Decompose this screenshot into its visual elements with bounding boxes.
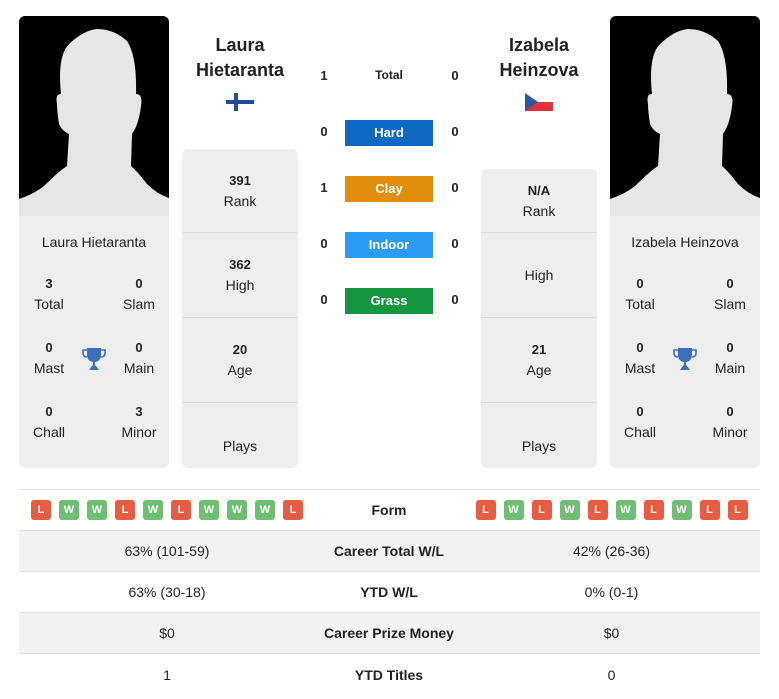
form-left: LWWLWLWWWL — [19, 500, 315, 520]
form-loss-badge[interactable]: L — [531, 500, 552, 520]
form-loss-badge[interactable]: L — [115, 500, 135, 520]
player-left-photo — [19, 16, 169, 216]
trophy-icon — [82, 348, 106, 370]
form-loss-badge[interactable]: L — [31, 500, 51, 520]
player-left-card: Laura Hietaranta 3 Total 0 Slam 0 Mast 0 Mai… — [19, 216, 169, 468]
form-win-badge[interactable]: W — [227, 500, 247, 520]
stat-age: 21 Age — [481, 318, 597, 403]
h2h-total-row: 1 Total 0 — [320, 68, 459, 83]
form-loss-badge[interactable]: L — [643, 500, 664, 520]
titles-total: 0 Total — [625, 276, 655, 312]
surface-grass-badge[interactable]: Grass — [345, 288, 433, 314]
form-right: LWLWLWLWLL — [463, 500, 760, 520]
player-right-photo — [610, 16, 760, 216]
stat-rank: N/A Rank — [481, 169, 597, 233]
stat-rank: 391 Rank — [182, 149, 298, 233]
titles-slam: 0 Slam — [123, 276, 155, 312]
trophy-icon — [673, 348, 697, 370]
table-row: 63% (101-59) Career Total W/L 42% (26-36… — [19, 531, 760, 572]
form-loss-badge[interactable]: L — [475, 500, 496, 520]
form-loss-badge[interactable]: L — [699, 500, 720, 520]
surface-hard-badge[interactable]: Hard — [345, 120, 433, 146]
h2h-hard-row: 0 Hard 0 — [310, 120, 470, 146]
finland-flag-icon — [226, 93, 254, 111]
titles-main: 0 Main — [714, 340, 746, 376]
player-right-heading[interactable]: Izabela Heinzova — [474, 33, 604, 83]
player-left-stats: 391 Rank 362 High 20 Age Plays — [182, 149, 298, 468]
form-win-badge[interactable]: W — [255, 500, 275, 520]
silhouette-icon — [19, 29, 169, 216]
stat-high: 362 High — [182, 233, 298, 318]
surface-clay-badge[interactable]: Clay — [345, 176, 433, 202]
form-loss-badge[interactable]: L — [727, 500, 748, 520]
form-row: LWWLWLWWWL Form LWLWLWLWLL — [19, 490, 760, 531]
player-right-stats: N/A Rank High 21 Age Plays — [481, 169, 597, 468]
table-row: $0 Career Prize Money $0 — [19, 613, 760, 654]
titles-mast: 0 Mast — [33, 340, 65, 376]
form-win-badge[interactable]: W — [559, 500, 580, 520]
h2h-clay-row: 1 Clay 0 — [310, 176, 470, 202]
czech-flag-icon — [525, 93, 553, 111]
table-row: 63% (30-18) YTD W/L 0% (0-1) — [19, 572, 760, 613]
stat-high: High — [481, 233, 597, 318]
player-right-card: Izabela Heinzova 0 Total 0 Slam 0 Mast 0 Mai… — [610, 216, 760, 468]
h2h-grass-row: 0 Grass 0 — [310, 288, 470, 314]
h2h-indoor-row: 0 Indoor 0 — [310, 232, 470, 258]
titles-main: 0 Main — [123, 340, 155, 376]
titles-chall: 0 Chall — [624, 404, 656, 440]
form-win-badge[interactable]: W — [615, 500, 636, 520]
titles-total: 3 Total — [34, 276, 64, 312]
form-win-badge[interactable]: W — [503, 500, 524, 520]
table-row: 1 YTD Titles 0 — [163, 666, 616, 683]
comparison-table: LWWLWLWWWL Form LWLWLWLWLL 63% (101-59) … — [19, 489, 760, 695]
silhouette-icon — [610, 29, 760, 216]
titles-minor: 0 Minor — [712, 404, 748, 440]
form-loss-badge[interactable]: L — [283, 500, 303, 520]
form-loss-badge[interactable]: L — [587, 500, 608, 520]
player-left-name[interactable]: Laura Hietaranta — [19, 234, 169, 250]
form-label: Form — [371, 502, 407, 518]
form-win-badge[interactable]: W — [671, 500, 692, 520]
titles-minor: 3 Minor — [121, 404, 157, 440]
titles-mast: 0 Mast — [624, 340, 656, 376]
form-loss-badge[interactable]: L — [171, 500, 191, 520]
titles-chall: 0 Chall — [33, 404, 65, 440]
stat-age: 20 Age — [182, 318, 298, 403]
form-win-badge[interactable]: W — [87, 500, 107, 520]
player-right-name[interactable]: Izabela Heinzova — [610, 234, 760, 250]
form-win-badge[interactable]: W — [143, 500, 163, 520]
stat-plays: Plays — [521, 437, 557, 454]
stat-plays: Plays — [222, 437, 258, 454]
surface-indoor-badge[interactable]: Indoor — [345, 232, 433, 258]
form-win-badge[interactable]: W — [59, 500, 79, 520]
titles-slam: 0 Slam — [714, 276, 746, 312]
player-left-heading[interactable]: Laura Hietaranta — [175, 33, 305, 83]
form-win-badge[interactable]: W — [199, 500, 219, 520]
